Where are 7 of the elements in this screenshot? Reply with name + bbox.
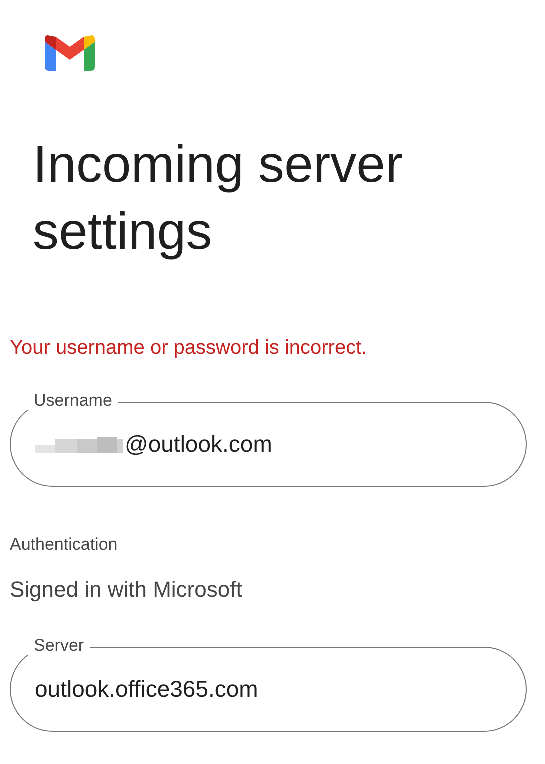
- field-value: outlook.office365.com: [35, 676, 258, 703]
- authentication-label: Authentication: [10, 535, 119, 555]
- error-message: Your username or password is incorrect.: [10, 337, 368, 360]
- authentication-value: Signed in with Microsoft: [10, 577, 244, 603]
- mail-logo-icon: [45, 34, 95, 71]
- field-value: @outlook.com: [125, 431, 272, 458]
- page-heading: Incoming server settings: [33, 135, 404, 263]
